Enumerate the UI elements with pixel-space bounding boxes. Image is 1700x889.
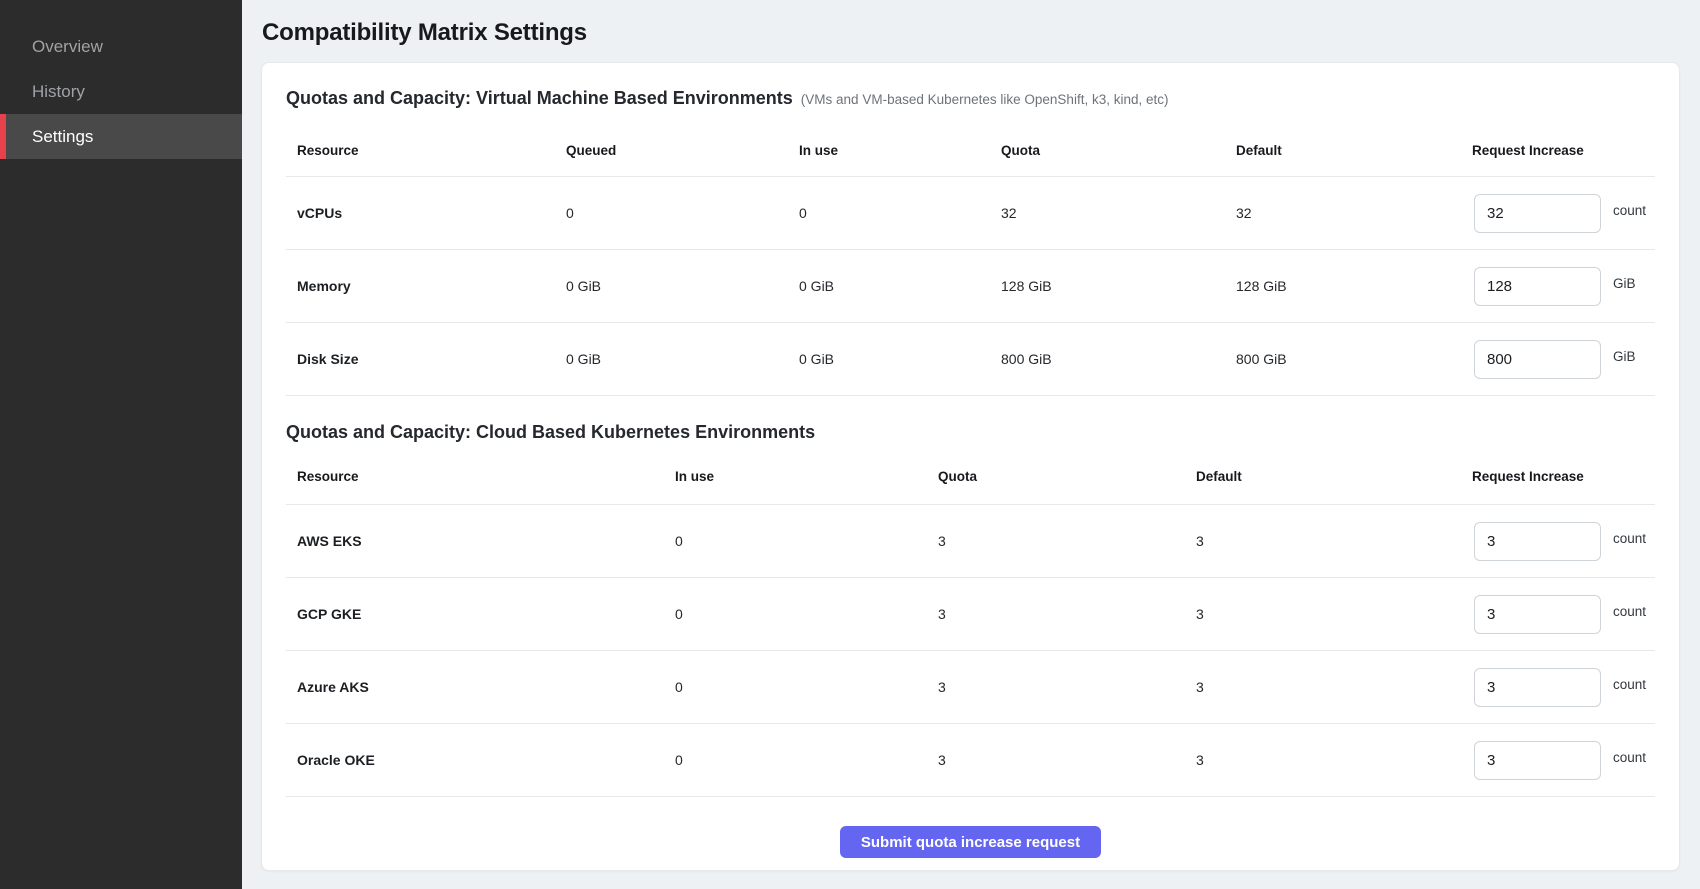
column-header-default: Default xyxy=(1225,143,1461,158)
unit-label: count xyxy=(1613,203,1646,218)
quota-cell: 32 xyxy=(990,205,1225,221)
aws-eks-request-input[interactable] xyxy=(1474,522,1601,561)
default-cell: 32 xyxy=(1225,205,1461,221)
table-row-azure-aks: Azure AKS 0 3 3 count xyxy=(286,651,1655,724)
request-increase-cell: count xyxy=(1461,194,1655,233)
in-use-cell: 0 xyxy=(664,679,927,695)
resource-cell: vCPUs xyxy=(286,205,555,221)
default-cell: 128 GiB xyxy=(1225,278,1461,294)
queued-cell: 0 xyxy=(555,205,788,221)
default-cell: 3 xyxy=(1185,679,1461,695)
default-cell: 800 GiB xyxy=(1225,351,1461,367)
resource-cell: Disk Size xyxy=(286,351,555,367)
sidebar-item-settings[interactable]: Settings xyxy=(0,114,242,159)
column-header-request-increase: Request Increase xyxy=(1461,469,1655,484)
resource-cell: Memory xyxy=(286,278,555,294)
column-header-quota: Quota xyxy=(927,469,1185,484)
resource-cell: Oracle OKE xyxy=(286,752,664,768)
request-increase-cell: count xyxy=(1461,595,1655,634)
unit-label: GiB xyxy=(1613,276,1636,291)
in-use-cell: 0 xyxy=(664,752,927,768)
main-content: Compatibility Matrix Settings Quotas and… xyxy=(242,0,1700,889)
table-row-oracle-oke: Oracle OKE 0 3 3 count xyxy=(286,724,1655,797)
memory-request-input[interactable] xyxy=(1474,267,1601,306)
quotas-card: Quotas and Capacity: Virtual Machine Bas… xyxy=(261,62,1680,871)
quota-cell: 3 xyxy=(927,752,1185,768)
vm-table-header: Resource Queued In use Quota Default Req… xyxy=(286,125,1655,177)
table-row-disk-size: Disk Size 0 GiB 0 GiB 800 GiB 800 GiB Gi… xyxy=(286,323,1655,396)
table-row-aws-eks: AWS EKS 0 3 3 count xyxy=(286,505,1655,578)
oracle-oke-request-input[interactable] xyxy=(1474,741,1601,780)
in-use-cell: 0 xyxy=(664,606,927,622)
unit-label: GiB xyxy=(1613,349,1636,364)
column-header-default: Default xyxy=(1185,469,1461,484)
request-increase-cell: count xyxy=(1461,741,1655,780)
unit-label: count xyxy=(1613,604,1646,619)
column-header-queued: Queued xyxy=(555,143,788,158)
queued-cell: 0 GiB xyxy=(555,351,788,367)
disk-size-request-input[interactable] xyxy=(1474,340,1601,379)
resource-cell: AWS EKS xyxy=(286,533,664,549)
quota-cell: 3 xyxy=(927,679,1185,695)
sidebar: Overview History Settings xyxy=(0,0,242,889)
in-use-cell: 0 xyxy=(788,205,990,221)
cloud-section-title: Quotas and Capacity: Cloud Based Kuberne… xyxy=(286,421,815,443)
default-cell: 3 xyxy=(1185,606,1461,622)
quota-cell: 128 GiB xyxy=(990,278,1225,294)
cloud-table-header: Resource In use Quota Default Request In… xyxy=(286,449,1655,505)
request-increase-cell: GiB xyxy=(1461,267,1655,306)
quota-cell: 3 xyxy=(927,533,1185,549)
request-increase-cell: GiB xyxy=(1461,340,1655,379)
column-header-resource: Resource xyxy=(286,143,555,158)
gcp-gke-request-input[interactable] xyxy=(1474,595,1601,634)
page-title: Compatibility Matrix Settings xyxy=(262,19,587,47)
column-header-quota: Quota xyxy=(990,143,1225,158)
unit-label: count xyxy=(1613,531,1646,546)
column-header-request-increase: Request Increase xyxy=(1461,143,1655,158)
default-cell: 3 xyxy=(1185,533,1461,549)
submit-row: Submit quota increase request xyxy=(286,826,1655,858)
queued-cell: 0 GiB xyxy=(555,278,788,294)
in-use-cell: 0 GiB xyxy=(788,278,990,294)
quota-cell: 800 GiB xyxy=(990,351,1225,367)
resource-cell: GCP GKE xyxy=(286,606,664,622)
column-header-in-use: In use xyxy=(788,143,990,158)
unit-label: count xyxy=(1613,750,1646,765)
request-increase-cell: count xyxy=(1461,522,1655,561)
sidebar-item-history[interactable]: History xyxy=(0,69,242,114)
in-use-cell: 0 GiB xyxy=(788,351,990,367)
vcpus-request-input[interactable] xyxy=(1474,194,1601,233)
table-row-memory: Memory 0 GiB 0 GiB 128 GiB 128 GiB GiB xyxy=(286,250,1655,323)
default-cell: 3 xyxy=(1185,752,1461,768)
cloud-section-heading: Quotas and Capacity: Cloud Based Kuberne… xyxy=(286,421,1655,443)
vm-section-heading: Quotas and Capacity: Virtual Machine Bas… xyxy=(286,87,1655,111)
vm-section-title: Quotas and Capacity: Virtual Machine Bas… xyxy=(286,87,793,109)
submit-quota-increase-button[interactable]: Submit quota increase request xyxy=(840,826,1101,858)
resource-cell: Azure AKS xyxy=(286,679,664,695)
column-header-in-use: In use xyxy=(664,469,927,484)
table-row-gcp-gke: GCP GKE 0 3 3 count xyxy=(286,578,1655,651)
vm-section-subtitle: (VMs and VM-based Kubernetes like OpenSh… xyxy=(801,89,1169,111)
quota-cell: 3 xyxy=(927,606,1185,622)
table-row-vcpus: vCPUs 0 0 32 32 count xyxy=(286,177,1655,250)
unit-label: count xyxy=(1613,677,1646,692)
sidebar-item-overview[interactable]: Overview xyxy=(0,24,242,69)
azure-aks-request-input[interactable] xyxy=(1474,668,1601,707)
request-increase-cell: count xyxy=(1461,668,1655,707)
in-use-cell: 0 xyxy=(664,533,927,549)
column-header-resource: Resource xyxy=(286,469,664,484)
